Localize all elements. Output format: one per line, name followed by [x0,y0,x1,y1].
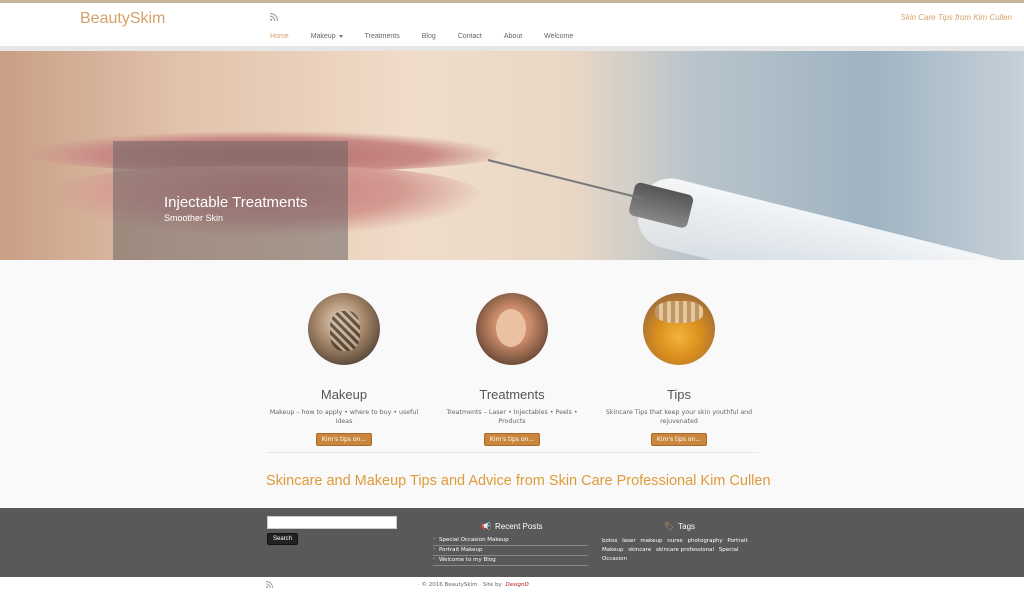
feature-treatments-image[interactable] [476,293,548,365]
feature-title: Makeup [320,387,368,402]
feature-title: Tips [666,387,692,402]
feature-text: Skincare Tips that keep your skin youthf… [605,409,753,425]
feature-title: Treatments [479,387,545,402]
recent-posts-list: Special Occasion Makeup Portrait Makeup … [433,536,588,566]
tag-link[interactable]: photography [687,538,722,544]
copyright-text: · © 2016 BeautySkim · Site by DesignD [418,582,529,588]
tags-title: Tags [678,522,696,531]
list-item[interactable]: Special Occasion Makeup [433,536,588,546]
copyright-label: · © 2016 BeautySkim · Site by [418,582,502,588]
rss-icon[interactable] [266,581,273,588]
hero-image-needle [487,159,644,200]
tag-icon: 🏷 [664,522,675,531]
nav-about[interactable]: About [504,33,522,40]
tags-heading: 🏷 Tags [664,522,695,531]
nav-welcome[interactable]: Welcome [544,33,573,40]
feature-text: Treatments – Laser • Injectables • Peels… [446,409,578,425]
feature-text: Makeup – how to apply • where to buy • u… [269,409,419,425]
footer-widgets: Search 📢Recent Posts Special Occasion Ma… [0,508,1024,577]
rss-icon[interactable] [270,13,278,21]
hero-slider[interactable]: Injectable Treatments Smoother Skin [0,51,1024,260]
tag-link[interactable]: botox [602,538,617,544]
list-item[interactable]: Portrait Makeup [433,546,588,556]
search-button[interactable]: Search [267,533,299,545]
nav-contact[interactable]: Contact [458,33,482,40]
feature-tips: Tips Skincare Tips that keep your skin y… [589,293,769,446]
site-tagline: Skin Care Tips from Kim Cullen [900,13,1012,22]
tag-link[interactable]: makeup [640,538,662,544]
feature-tips-image[interactable] [643,293,715,365]
nav-makeup-label: Makeup [310,33,336,40]
site-header: BeautySkim Skin Care Tips from Kim Culle… [0,3,1024,46]
feature-makeup: Makeup Makeup – how to apply • where to … [254,293,434,446]
designer-logo-link[interactable]: DesignD [506,582,529,588]
tag-link[interactable]: skincare professional [656,547,714,553]
feature-treatments: Treatments Treatments – Laser • Injectab… [422,293,602,446]
megaphone-icon: 📢 [481,522,491,531]
nav-treatments[interactable]: Treatments [365,33,400,40]
features-section: Makeup Makeup – how to apply • where to … [0,260,1024,508]
tag-cloud: botox laser makeup nurse photography Por… [602,537,762,564]
hero-caption-box: Injectable Treatments Smoother Skin [113,141,348,260]
tag-link[interactable]: skincare [628,547,651,553]
caret-down-icon [338,34,343,38]
list-item[interactable]: Welcome to my Blog [433,556,588,566]
feature-makeup-image[interactable] [308,293,380,365]
section-divider [267,452,759,453]
recent-posts-title: Recent Posts [494,522,543,531]
nav-makeup[interactable]: Makeup [311,33,343,40]
bottom-bar: · © 2016 BeautySkim · Site by DesignD [0,577,1024,594]
search-input[interactable] [267,516,397,529]
brand-logo-link[interactable]: BeautySkim [80,10,165,28]
tag-link[interactable]: nurse [667,538,682,544]
page-headline: Skincare and Makeup Tips and Advice from… [266,473,771,489]
hero-subtitle: Smoother Skin [164,213,224,223]
tag-link[interactable]: laser [622,538,635,544]
nav-home[interactable]: Home [270,33,289,40]
treatments-tips-button[interactable]: Kim's tips on... [483,433,541,446]
main-nav: Home Makeup Treatments Blog Contact Abou… [270,33,595,40]
recent-posts-heading: 📢 Recent Posts [481,522,543,531]
hero-image-syringe [631,172,1024,260]
nav-blog[interactable]: Blog [422,33,436,40]
makeup-tips-button[interactable]: Kim's tips on... [315,433,373,446]
tips-tips-button[interactable]: Kim's tips on... [650,433,708,446]
hero-title: Injectable Treatments [164,194,308,211]
